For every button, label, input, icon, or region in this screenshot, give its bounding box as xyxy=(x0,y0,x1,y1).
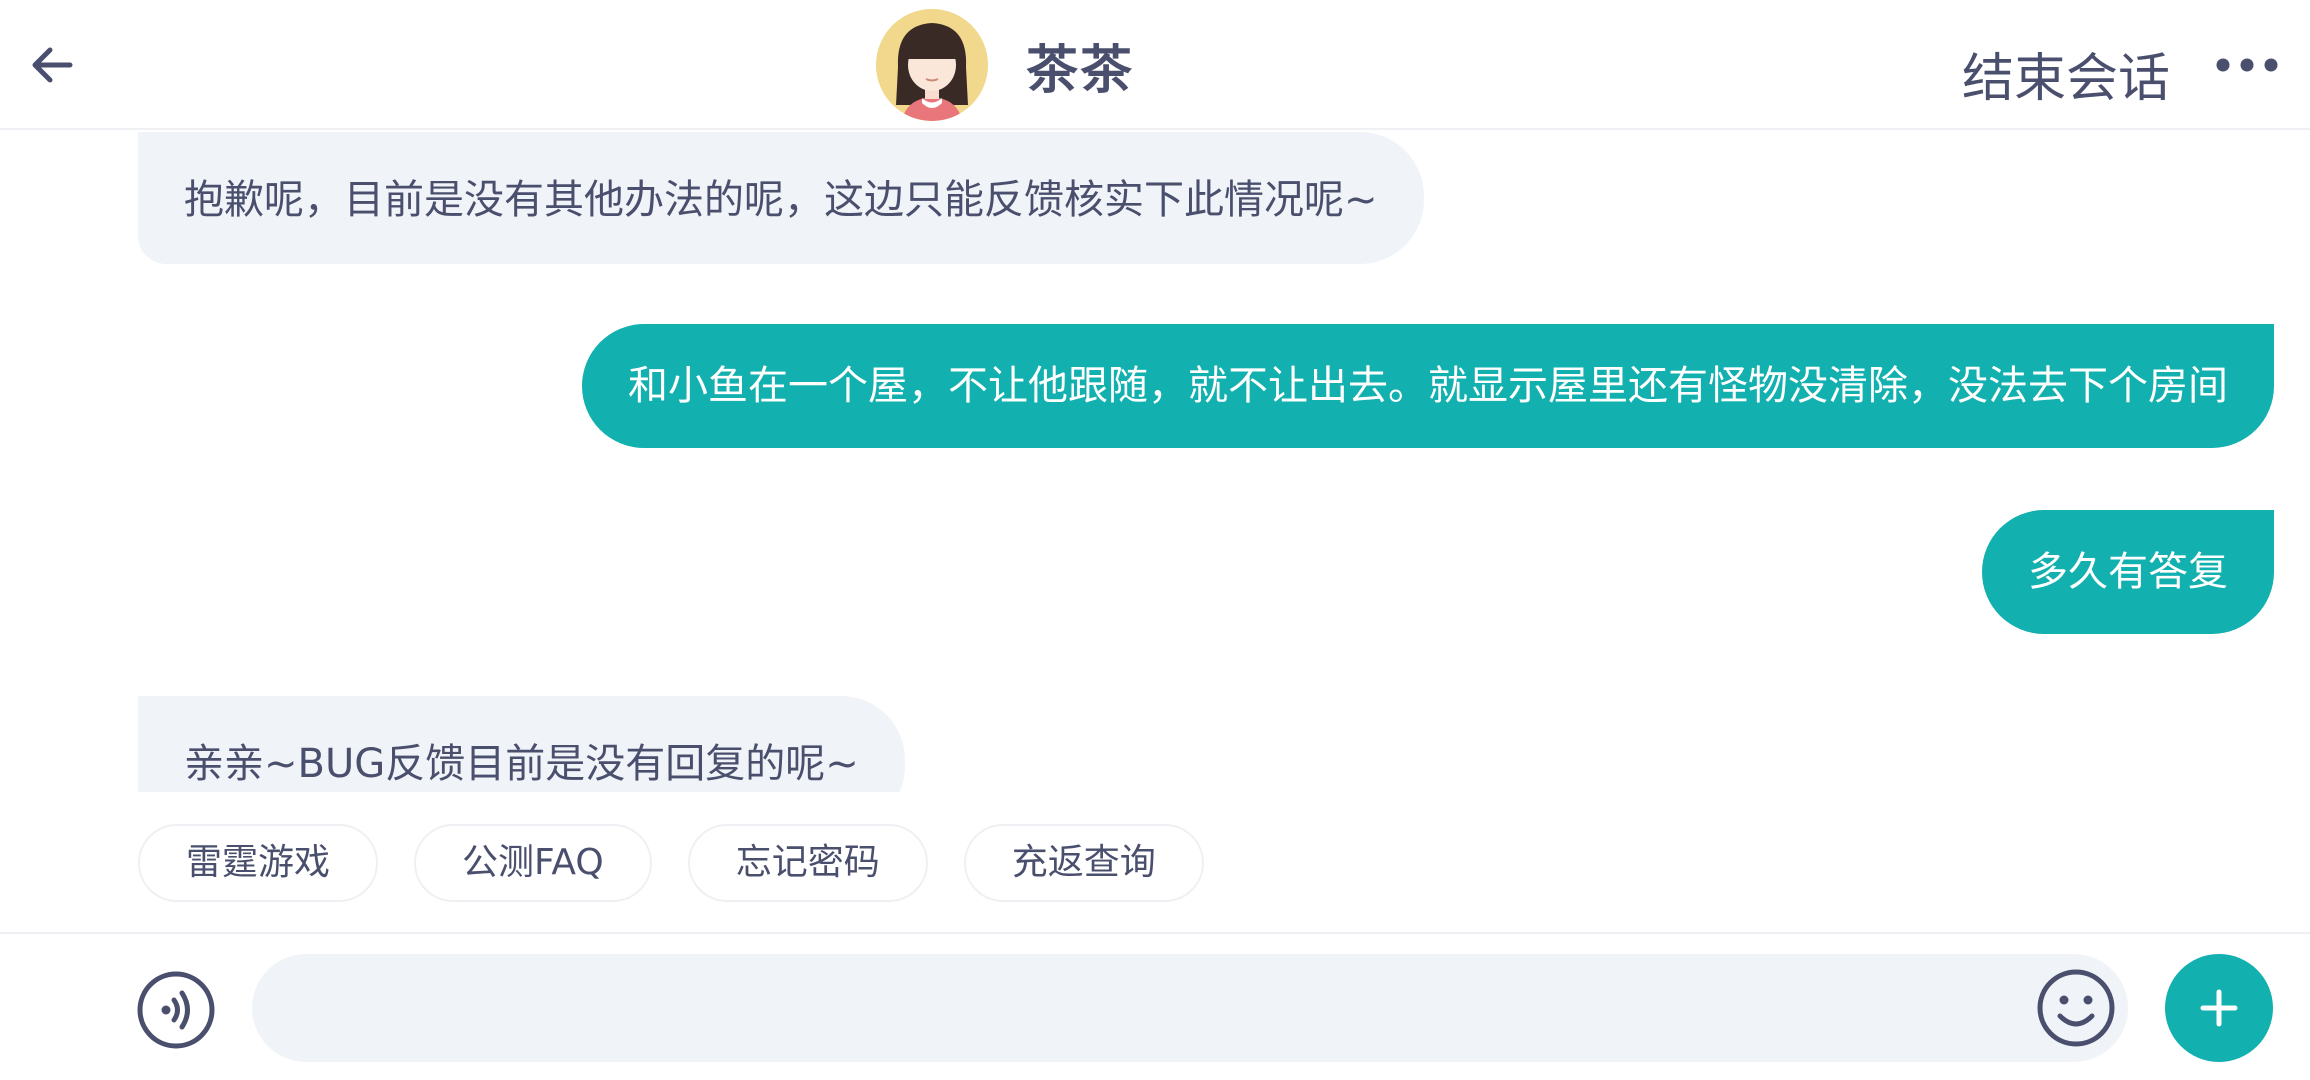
quick-reply-chip[interactable]: 雷霆游戏 xyxy=(138,824,379,902)
message-incoming[interactable]: 抱歉呢，目前是没有其他办法的呢，这边只能反馈核实下此情况呢~ xyxy=(138,132,1424,264)
message-outgoing[interactable]: 和小鱼在一个屋，不让他跟随，就不让出去。就显示屋里还有怪物没清除，没法去下个房间 xyxy=(582,324,2274,448)
message-incoming[interactable]: 亲亲~BUG反馈目前是没有回复的呢~ xyxy=(138,696,905,792)
plus-icon xyxy=(2200,989,2238,1027)
back-button[interactable] xyxy=(22,35,82,95)
message-list[interactable]: 抱歉呢，目前是没有其他办法的呢，这边只能反馈核实下此情况呢~ 和小鱼在一个屋，不… xyxy=(0,132,2310,792)
chat-screen: 茶茶 结束会话 抱歉呢，目前是没有其他办法的呢，这边只能反馈核实下此情况呢~ 和… xyxy=(0,0,2310,1080)
more-button[interactable] xyxy=(2212,46,2282,84)
input-bar xyxy=(0,932,2310,1080)
emoji-icon xyxy=(2037,969,2115,1047)
message-outgoing[interactable]: 多久有答复 xyxy=(1982,510,2274,634)
chat-header: 茶茶 结束会话 xyxy=(0,0,2310,130)
quick-reply-bar: 雷霆游戏 公测FAQ 忘记密码 充返查询 xyxy=(138,824,1204,902)
quick-reply-chip[interactable]: 充返查询 xyxy=(963,824,1204,902)
quick-reply-chip[interactable]: 忘记密码 xyxy=(687,824,928,902)
plus-button[interactable] xyxy=(2165,954,2273,1062)
end-session-button[interactable]: 结束会话 xyxy=(1962,36,2170,111)
emoji-button[interactable] xyxy=(2036,968,2116,1048)
contact-info: 茶茶 xyxy=(876,9,1134,121)
voice-button[interactable] xyxy=(136,970,216,1050)
quick-reply-chip[interactable]: 公测FAQ xyxy=(414,824,652,902)
avatar[interactable] xyxy=(876,9,988,121)
arrow-left-icon xyxy=(32,47,73,83)
more-horizontal-icon xyxy=(2216,58,2278,72)
voice-icon xyxy=(137,971,215,1049)
contact-name: 茶茶 xyxy=(1026,40,1135,101)
message-input[interactable] xyxy=(252,954,2128,1062)
